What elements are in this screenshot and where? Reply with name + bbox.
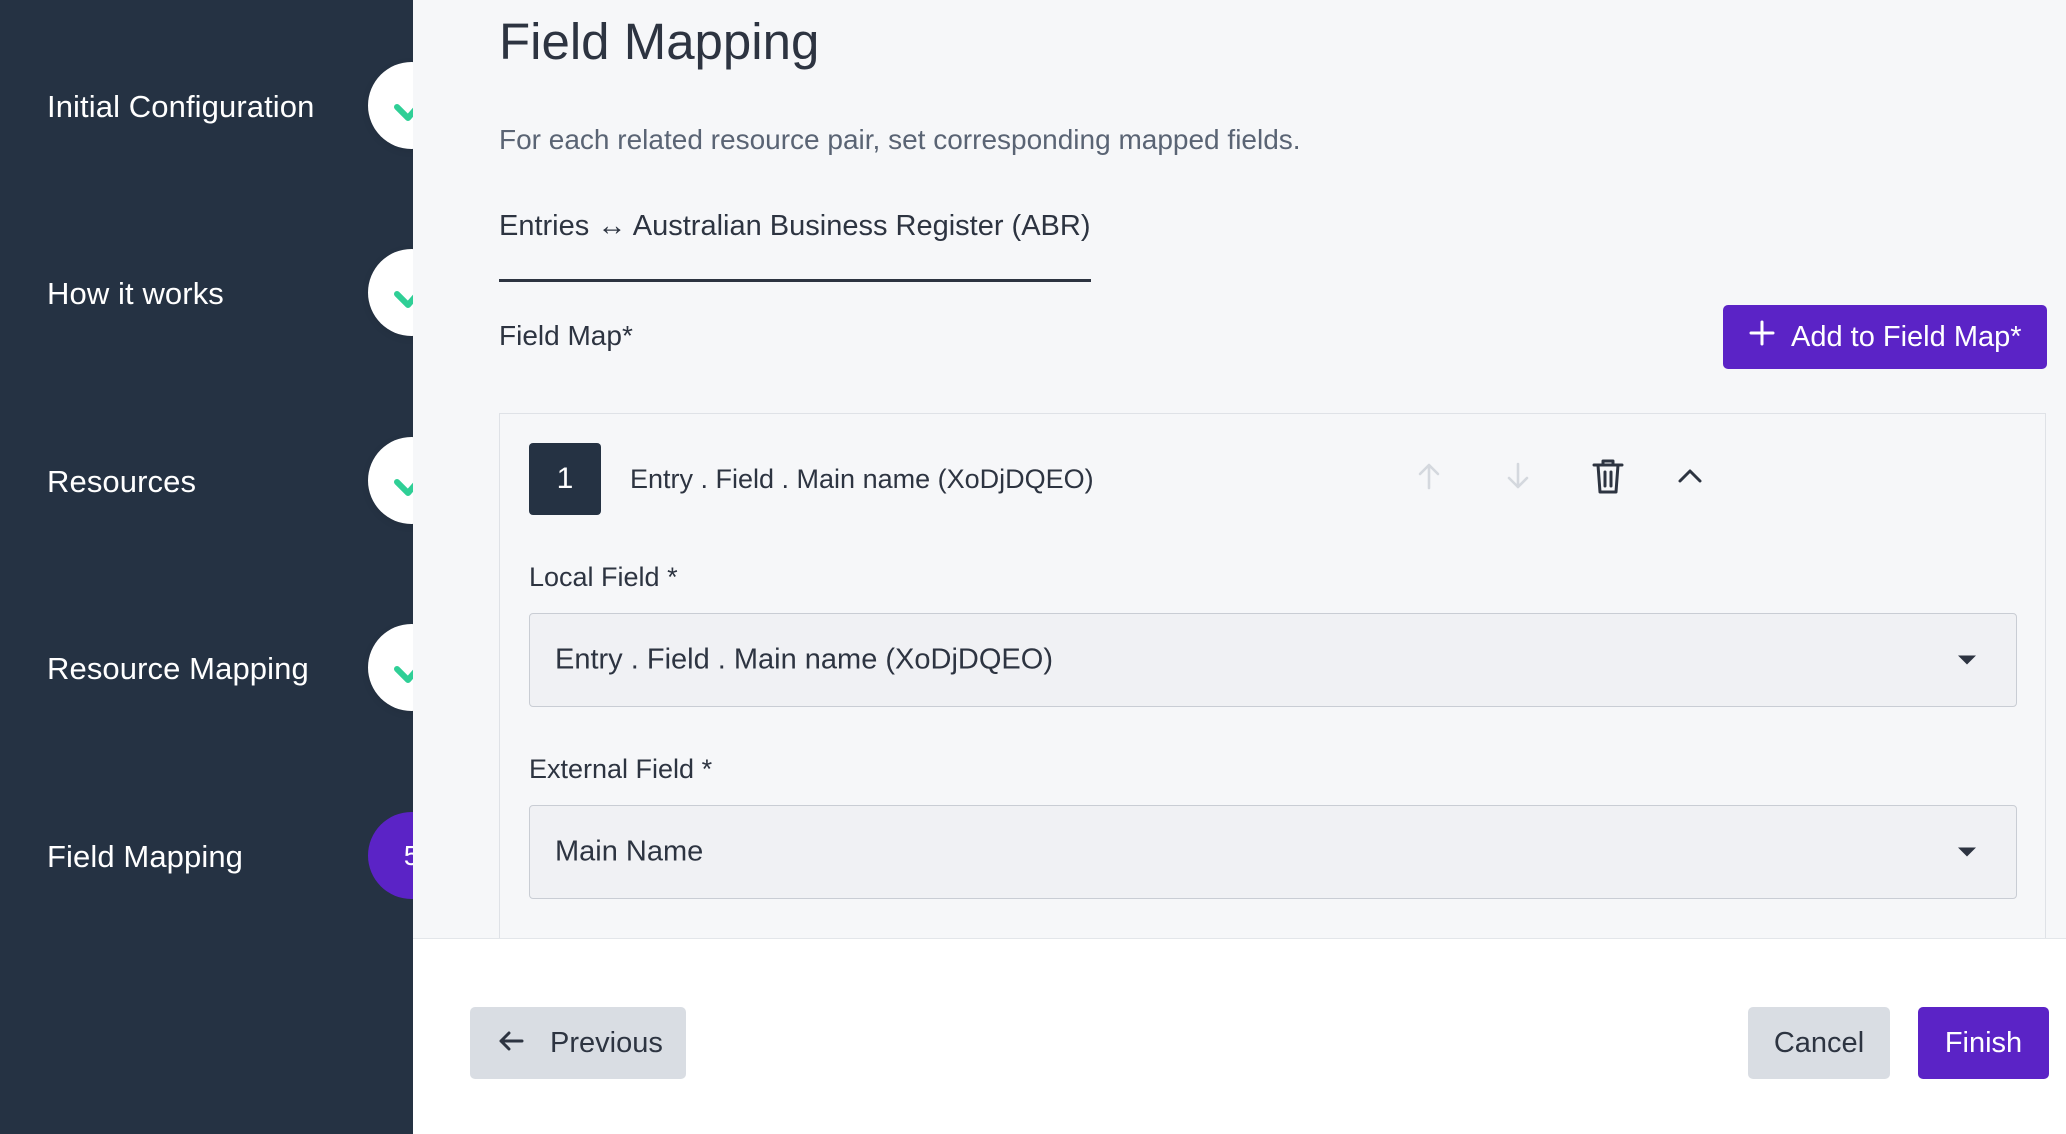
step-field-mapping[interactable]: Field Mapping 5 xyxy=(0,812,460,902)
step-how-it-works[interactable]: How it works xyxy=(0,249,460,339)
finish-button[interactable]: Finish xyxy=(1918,1007,2049,1079)
add-button-label: Add to Field Map* xyxy=(1791,320,2022,353)
caret-down-icon xyxy=(1958,655,1976,665)
step-label: Initial Configuration xyxy=(47,89,315,124)
mapping-index-badge: 1 xyxy=(529,443,601,515)
field-map-item: 1 Entry . Field . Main name (XoDjDQEO) L… xyxy=(499,413,2046,938)
arrow-down-icon[interactable] xyxy=(1498,456,1538,496)
arrow-up-icon[interactable] xyxy=(1409,456,1449,496)
page-description: For each related resource pair, set corr… xyxy=(499,124,1301,155)
trash-icon[interactable] xyxy=(1588,456,1628,496)
local-field-value: Entry . Field . Main name (XoDjDQEO) xyxy=(555,643,1053,676)
mapping-title: Entry . Field . Main name (XoDjDQEO) xyxy=(630,464,1094,494)
wizard-footer: Previous Cancel Finish xyxy=(413,938,2066,1134)
cancel-button[interactable]: Cancel xyxy=(1748,1007,1890,1079)
step-label: Field Mapping xyxy=(47,839,244,874)
chevron-up-icon[interactable] xyxy=(1670,456,1710,496)
external-field-value: Main Name xyxy=(555,835,704,868)
page-title: Field Mapping xyxy=(499,13,820,70)
step-label: Resource Mapping xyxy=(47,651,309,686)
main-content: Field Mapping For each related resource … xyxy=(413,0,2066,938)
previous-button[interactable]: Previous xyxy=(470,1007,686,1079)
external-field-label: External Field * xyxy=(529,754,713,784)
tab-resource-pair[interactable]: Entries ↔ Australian Business Register (… xyxy=(499,210,1091,282)
field-map-label: Field Map* xyxy=(499,320,633,351)
step-label: Resources xyxy=(47,464,197,499)
step-label: How it works xyxy=(47,276,224,311)
previous-label: Previous xyxy=(550,1026,663,1059)
caret-down-icon xyxy=(1958,847,1976,857)
wizard-sidebar: Initial Configuration How it works Resou… xyxy=(0,0,455,1134)
plus-icon xyxy=(1749,320,1775,354)
step-resources[interactable]: Resources xyxy=(0,437,460,527)
arrow-left-icon xyxy=(498,1027,524,1060)
local-field-label: Local Field * xyxy=(529,562,678,592)
add-to-field-map-button[interactable]: Add to Field Map* xyxy=(1723,305,2047,369)
step-initial-configuration[interactable]: Initial Configuration xyxy=(0,62,460,152)
local-field-select[interactable]: Entry . Field . Main name (XoDjDQEO) xyxy=(529,613,2017,707)
step-resource-mapping[interactable]: Resource Mapping xyxy=(0,624,460,714)
external-field-select[interactable]: Main Name xyxy=(529,805,2017,899)
